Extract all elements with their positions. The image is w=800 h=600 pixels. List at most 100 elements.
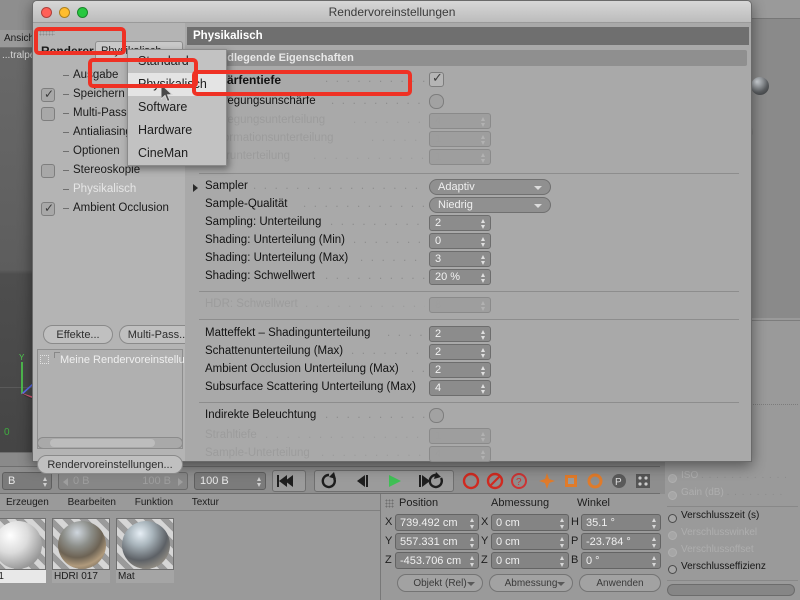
attribute-row-verschlussoffset[interactable]: Verschlussoffset [665, 544, 800, 561]
property-ambient-occlusion-unterteilung-max[interactable]: Ambient Occlusion Unterteilung (Max) . .… [185, 361, 751, 380]
property-hdr-schwellwert[interactable]: HDR: Schwellwert . . . . . . . . . . . .… [185, 296, 751, 315]
checkbox-icon[interactable] [429, 70, 444, 87]
position-y-field[interactable]: 557.331 cm [395, 533, 479, 550]
end-frame-field[interactable]: 100 B [194, 472, 266, 490]
sidebar-item-physikalisch[interactable]: Physikalisch [37, 181, 183, 200]
number-field[interactable]: 20 % [429, 269, 491, 285]
range-left-arrow-icon[interactable] [63, 478, 68, 486]
property-haarunterteilung[interactable]: Haarunterteilung . . . . . . . . . . . .… [185, 148, 751, 167]
radio-icon[interactable] [668, 531, 677, 540]
number-field[interactable]: 2 [429, 215, 491, 231]
property-indirekte-beleuchtung[interactable]: Indirekte Beleuchtung . . . . . . . . . … [185, 407, 751, 426]
number-field[interactable]: 2 [429, 344, 491, 360]
pla-key-icon[interactable] [632, 470, 654, 492]
rotation-h-field[interactable]: 35.1 ° [581, 514, 661, 531]
autokey-icon[interactable] [484, 470, 506, 492]
property-sampling-unterteilung[interactable]: Sampling: Unterteilung . . . . . . . . .… [185, 214, 751, 233]
radio-icon[interactable] [668, 514, 677, 523]
material-item[interactable]: ...1 [0, 518, 46, 583]
position-key-icon[interactable] [536, 470, 558, 492]
attribute-row-verschlusseffizienz[interactable]: Verschlusseffizienz [665, 561, 800, 578]
dropdown-item-standard[interactable]: Standard [128, 50, 226, 73]
radio-icon[interactable] [668, 565, 677, 574]
property-shading-unterteilung-max[interactable]: Shading: Unterteilung (Max) . . . . . . … [185, 250, 751, 269]
property-deformationsunterteilung[interactable]: Deformationsunterteilung . . . . . . . .… [185, 130, 751, 149]
attribute-row-verschlusswinkel[interactable]: Verschlusswinkel [665, 527, 800, 544]
property-shading-schwellwert[interactable]: Shading: Schwellwert . . . . . . . . . .… [185, 268, 751, 287]
checkbox-icon[interactable] [41, 87, 55, 102]
material-menu-funktion[interactable]: Funktion [135, 497, 173, 508]
panel-grip-icon[interactable] [385, 499, 394, 508]
param-key-icon[interactable]: P [608, 470, 630, 492]
scrollbar-thumb[interactable] [50, 439, 155, 447]
material-thumbnail[interactable] [52, 518, 110, 570]
number-field[interactable]: 3 [429, 251, 491, 267]
property-matteffekt-shadingunterteilung[interactable]: Matteffekt – Shadingunterteilung . . . .… [185, 325, 751, 344]
current-frame-field[interactable]: B [2, 472, 52, 490]
checkbox-icon[interactable] [429, 94, 444, 109]
position-z-field[interactable]: -453.706 cm [395, 552, 479, 569]
dropdown-item-cineman[interactable]: CineMan [128, 142, 226, 165]
preset-list-item[interactable]: Meine Rendervoreinstellun [60, 354, 191, 366]
sample-quality-dropdown[interactable]: Niedrig [429, 197, 551, 213]
number-field[interactable]: 4 [429, 380, 491, 396]
minimize-button-icon[interactable] [59, 7, 70, 18]
dropdown-item-software[interactable]: Software [128, 96, 226, 119]
number-field[interactable]: 2 [429, 326, 491, 342]
attribute-row-iso[interactable]: ISO . . . . . . . . . . . . [665, 470, 800, 487]
apply-button[interactable]: Anwenden [579, 574, 661, 592]
material-item[interactable]: HDRI 017 [52, 518, 110, 583]
render-preset-list[interactable]: Meine Rendervoreinstellun [37, 349, 191, 449]
material-thumbnail[interactable] [0, 518, 46, 570]
number-field[interactable]: 8 [429, 297, 491, 313]
material-menu-textur[interactable]: Textur [192, 497, 219, 508]
number-field[interactable]: 1 [429, 149, 491, 165]
effekte-button[interactable]: Effekte... [43, 325, 113, 344]
material-sphere-icon[interactable] [751, 77, 769, 95]
property-strahltiefe[interactable]: Strahltiefe . . . . . . . . . . . . . . … [185, 427, 751, 446]
renderer-dropdown-menu[interactable]: Standard Physikalisch Software Hardware … [127, 49, 227, 166]
coord-mode-size-dropdown[interactable]: Abmessung [489, 574, 573, 592]
dropdown-item-physikalisch[interactable]: Physikalisch [128, 73, 226, 96]
playback-controls-group[interactable] [314, 470, 454, 492]
property-schattenunterteilung-max[interactable]: Schattenunterteilung (Max) . . . . . . .… [185, 343, 751, 362]
property-sample-unterteilung[interactable]: Sample-Unterteilung . . . . . . . . . . … [185, 445, 751, 464]
close-button-icon[interactable] [41, 7, 52, 18]
property-shading-unterteilung-min[interactable]: Shading: Unterteilung (Min) . . . . . . … [185, 232, 751, 251]
sidebar-grip-icon[interactable] [39, 27, 55, 36]
checkbox-icon[interactable] [41, 107, 55, 121]
coord-mode-object-dropdown[interactable]: Objekt (Rel) [397, 574, 483, 592]
material-menu-bearbeiten[interactable]: Bearbeiten [68, 497, 116, 508]
number-field[interactable]: 1 [429, 428, 491, 444]
expand-arrow-icon[interactable] [193, 184, 198, 192]
property-schaerfentiefe[interactable]: Schärfentiefe . . . . . . . . . . . . . … [185, 70, 751, 90]
go-to-start-button[interactable] [272, 470, 306, 492]
checkbox-icon[interactable] [41, 201, 55, 216]
radio-icon[interactable] [668, 548, 677, 557]
render-preferences-button[interactable]: Rendervoreinstellungen... [37, 455, 183, 474]
material-menu-erzeugen[interactable]: Erzeugen [6, 497, 49, 508]
radio-icon[interactable] [668, 491, 677, 500]
render-settings-dialog[interactable]: Rendervoreinstellungen Renderer Physikal… [32, 0, 752, 474]
material-thumbnail[interactable] [116, 518, 174, 570]
property-sample-qualitaet[interactable]: Sample-Qualität . . . . . . . . . . . . … [185, 196, 751, 215]
sampler-dropdown[interactable]: Adaptiv [429, 179, 551, 195]
range-right-arrow-icon[interactable] [178, 478, 183, 486]
rotation-p-field[interactable]: -23.784 ° [581, 533, 661, 550]
scale-key-icon[interactable] [560, 470, 582, 492]
number-field[interactable]: 0 [429, 233, 491, 249]
property-sampler[interactable]: Sampler . . . . . . . . . . . . . . . . … [185, 178, 751, 197]
time-range-slider[interactable]: 0 B 100 B [58, 472, 188, 490]
number-field[interactable]: 1 [429, 131, 491, 147]
radio-icon[interactable] [668, 474, 677, 483]
property-subsurface-scattering-unterteilung-max[interactable]: Subsurface Scattering Unterteilung (Max)… [185, 379, 751, 398]
keyframe-help-icon[interactable]: ? [508, 470, 530, 492]
checkbox-icon[interactable] [429, 408, 444, 423]
playback-icons[interactable] [315, 471, 455, 491]
property-bewegungsunschaerfe[interactable]: Bewegungsunschärfe . . . . . . . . . . .… [185, 93, 751, 112]
material-manager[interactable]: Erzeugen Bearbeiten Funktion Textur ...1… [0, 494, 380, 600]
attribute-row-gain[interactable]: Gain (dB) . . . . . . . . [665, 487, 800, 504]
zoom-button-icon[interactable] [77, 7, 88, 18]
size-y-field[interactable]: 0 cm [491, 533, 569, 550]
size-x-field[interactable]: 0 cm [491, 514, 569, 531]
